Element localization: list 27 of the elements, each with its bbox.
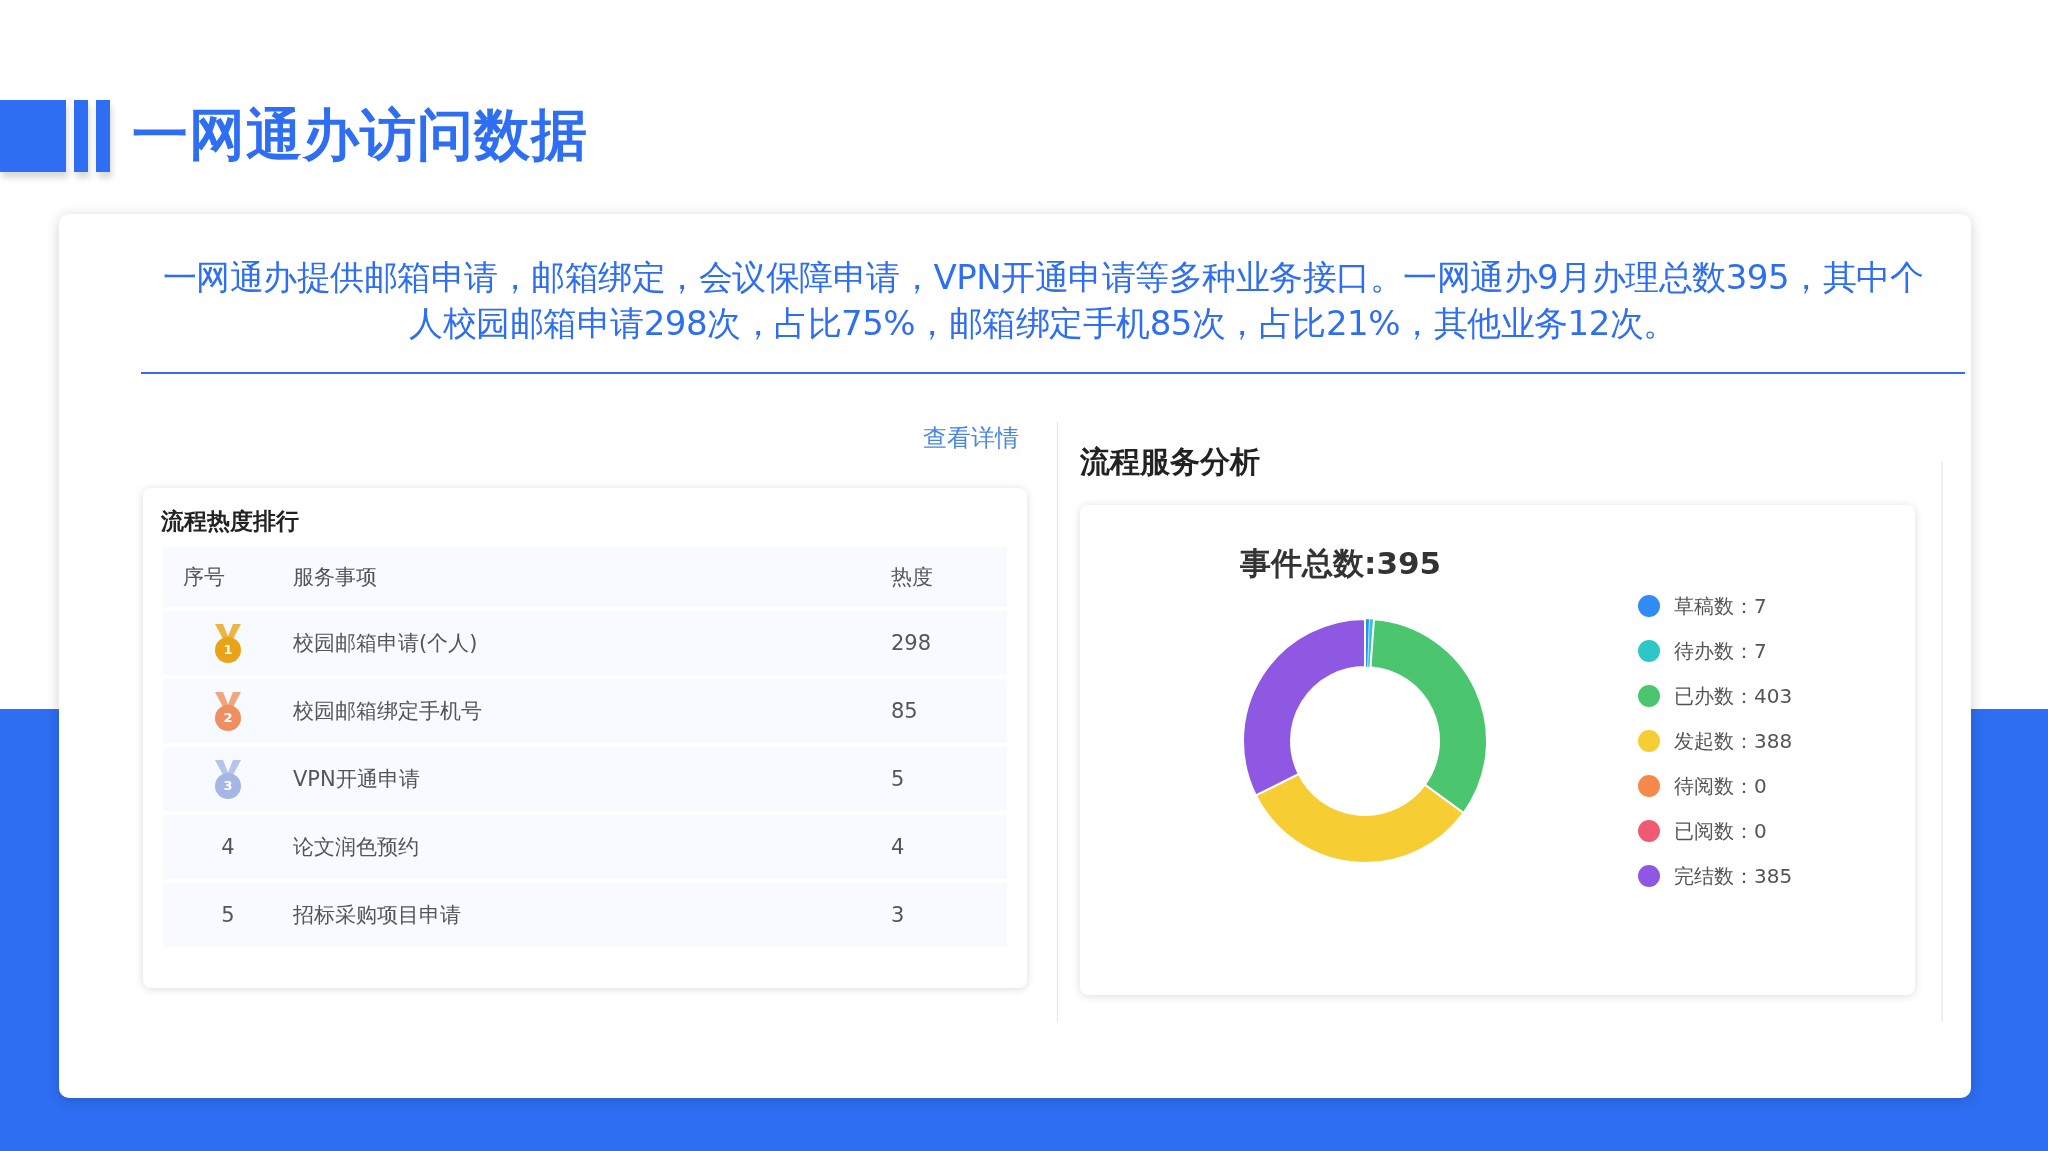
analysis-title: 流程服务分析 (1080, 443, 1261, 481)
legend-label: 完结数：385 (1674, 862, 1793, 890)
ranking-title: 流程热度排行 (161, 507, 300, 536)
service-name: 校园邮箱申请(个人) (293, 630, 479, 657)
legend-label: 待办数：7 (1674, 637, 1767, 665)
heat-value: 3 (891, 903, 906, 927)
column-header: 热度 (891, 564, 934, 591)
legend-label: 已办数：403 (1674, 682, 1793, 710)
heat-value: 5 (891, 767, 906, 791)
summary-paragraph: 一网通办提供邮箱申请，邮箱绑定，会议保障申请，VPN开通申请等多种业务接口。一网通办9月办理总数395，其中个人校园邮箱申请298次，占比75%，邮箱绑定手机85次，占比21%，其他业务12次。 (161, 256, 1925, 345)
slide-title: 一网通办访问数据 (132, 101, 588, 169)
legend-label: 发起数：388 (1674, 727, 1793, 755)
column-header: 序号 (182, 564, 226, 591)
service-name: VPN开通申请 (293, 766, 421, 793)
legend-label: 草稿数：7 (1674, 592, 1767, 620)
heat-value: 85 (891, 699, 919, 723)
service-name: 论文润色预约 (293, 834, 420, 861)
heat-value: 298 (891, 631, 933, 655)
service-name: 校园邮箱绑定手机号 (293, 698, 483, 725)
column-header: 服务事项 (293, 564, 378, 591)
heat-value: 4 (891, 835, 906, 859)
chart-title: 事件总数:395 (1240, 544, 1443, 583)
rank-number: 5 (221, 903, 235, 927)
legend-label: 已阅数：0 (1674, 817, 1767, 845)
rank-number: 4 (221, 835, 235, 859)
service-name: 招标采购项目申请 (293, 902, 462, 929)
legend-label: 待阅数：0 (1674, 772, 1767, 800)
